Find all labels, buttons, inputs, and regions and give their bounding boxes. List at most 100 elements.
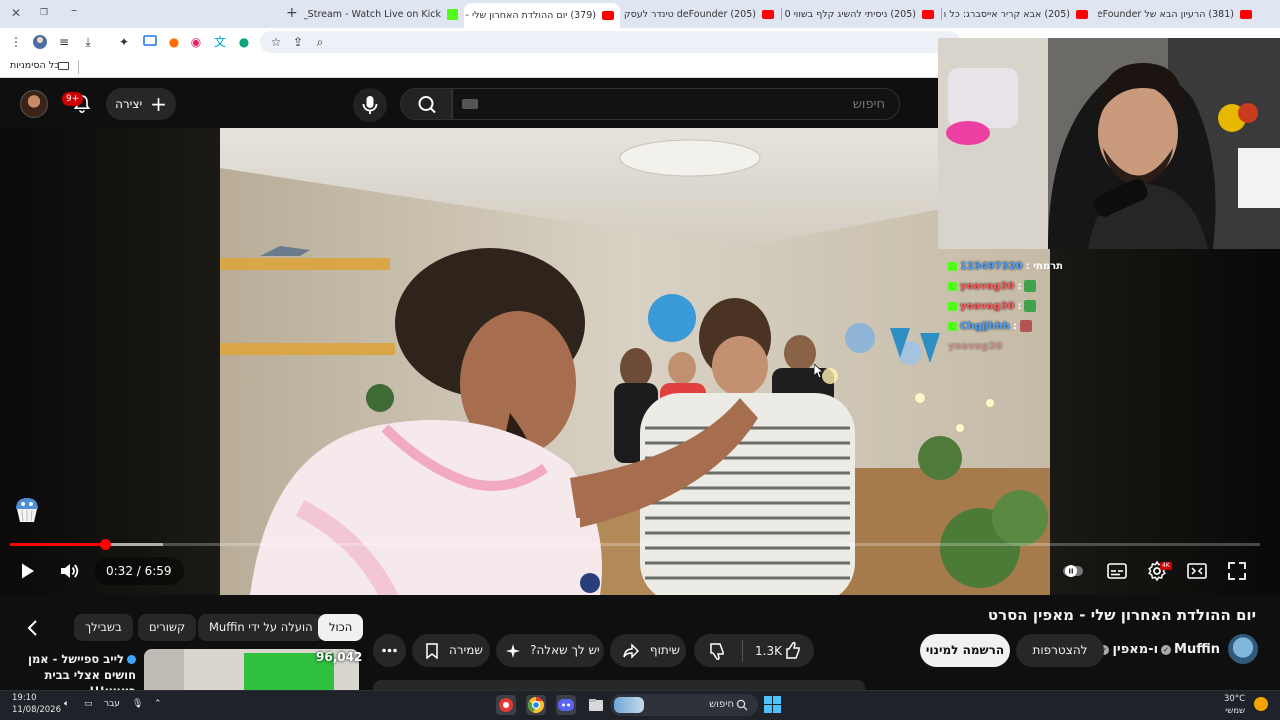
chat-emote-icon (1024, 280, 1037, 292)
address-bar[interactable]: ☆ ⇪ ⌕ (260, 31, 960, 53)
fullscreen-icon[interactable] (1226, 560, 1248, 582)
tab-next-idea-video[interactable]: (381) הרעיון הבא של deFounder ✕ (1098, 3, 1258, 25)
chip-related[interactable]: קשורים (138, 614, 197, 641)
plus-icon: + (150, 92, 167, 116)
taskbar-search-box[interactable]: חיפוש (610, 694, 758, 716)
subscribe-button[interactable]: הרשמה למינוי (920, 634, 1010, 667)
network-icon[interactable]: ▭ (84, 699, 93, 709)
channel-name[interactable]: Muffin✓ו-מאפין✓ (1096, 642, 1220, 657)
dislike-icon[interactable] (708, 641, 728, 661)
extension-orange-icon[interactable]: ● (166, 34, 182, 50)
profile-icon[interactable] (32, 34, 48, 50)
chat-message: yoavag30 (948, 336, 1068, 356)
search-highlight-image (614, 697, 644, 713)
theater-mode-icon[interactable] (1186, 560, 1208, 582)
more-actions-button[interactable] (373, 634, 406, 667)
speaker-icon[interactable]: 🔈︎ (64, 699, 69, 709)
tab-active-video[interactable]: (379) יום ההולדת האחרון שלי - ✕ (464, 3, 620, 28)
search-button[interactable] (400, 88, 452, 120)
channel-avatar[interactable] (1228, 634, 1258, 664)
taskbar-app-chrome-icon[interactable] (526, 695, 546, 715)
taskbar-clock[interactable]: 19:10 11/08/2026 (12, 692, 61, 716)
tab-kick-stream[interactable]: IGZ_Stream - Watch Live on Kick ✕ (304, 3, 464, 25)
chat-message: : yoavag30 (948, 276, 1068, 296)
chat-username: yoavag30 (948, 340, 1003, 352)
tab-iceberg-video[interactable]: (205) אבא קריר אייסברג: כל הה ✕ (944, 3, 1094, 25)
progress-played (10, 543, 105, 546)
autoplay-toggle-icon[interactable] (1062, 560, 1084, 582)
keyboard-icon[interactable] (462, 99, 478, 109)
taskbar-weather[interactable]: 30°C שמשי (1224, 693, 1245, 717)
input-language[interactable]: עבר (104, 699, 120, 709)
chip-for-you[interactable]: בשבילך (74, 614, 133, 641)
play-icon[interactable] (16, 560, 38, 582)
chevron-left-icon[interactable] (22, 617, 44, 639)
video-title: יום ההולדת האחרון שלי - מאפין הסרט (987, 606, 1256, 624)
youtube-favicon-icon (922, 9, 934, 19)
youtube-favicon-icon (1076, 9, 1088, 19)
windows-start-icon[interactable] (764, 696, 781, 713)
tab-card-video[interactable]: (205) ניסיתי להשיג קלף בשווי 0 ✕ (784, 3, 940, 25)
taskbar-app-explorer-icon[interactable] (586, 695, 606, 715)
reading-list-icon[interactable]: ≡ (56, 34, 72, 50)
youtube-favicon-icon (762, 9, 774, 19)
youtube-favicon-icon (602, 11, 614, 20)
extension-screen-icon[interactable] (142, 34, 158, 50)
progress-scrubber-handle[interactable] (100, 539, 111, 550)
extension-green-icon[interactable]: ● (236, 34, 252, 50)
zoom-icon[interactable]: ⌕ (312, 34, 328, 50)
quality-badge: 4K (1160, 562, 1172, 570)
video-frame[interactable] (220, 128, 1050, 595)
bookmark-star-icon[interactable]: ☆ (268, 34, 284, 50)
chat-message: : Chgjjhhh (948, 316, 1068, 336)
youtube-favicon-icon (1240, 9, 1252, 19)
recommended-video-views: 96,042 (316, 650, 363, 664)
live-indicator-icon (127, 655, 136, 664)
folder-icon[interactable] (58, 62, 69, 70)
extension-pink-icon[interactable]: ◉ (188, 34, 204, 50)
create-button[interactable]: + יצירה (106, 88, 176, 120)
like-icon[interactable] (784, 641, 804, 661)
browser-menu-icon[interactable]: ⋮ (8, 34, 24, 50)
chip-all[interactable]: הכול (318, 614, 364, 641)
kick-favicon-icon (447, 8, 458, 20)
search-input[interactable] (452, 88, 900, 120)
close-window-icon[interactable]: ✕ (8, 6, 24, 20)
sparkle-icon (506, 643, 521, 658)
extensions-icon[interactable]: ✦ (116, 34, 132, 50)
join-button[interactable]: להצטרפות (1016, 634, 1104, 667)
verified-icon: ✓ (1161, 644, 1172, 655)
kick-badge-icon (948, 301, 957, 311)
bookmark-icon (426, 642, 438, 659)
taskbar-app-obs-icon[interactable] (496, 695, 516, 715)
translate-icon[interactable]: 文 (212, 34, 228, 50)
browser-tab-bar: ✕ ❐ – + IGZ_Stream - Watch Live on Kick … (0, 0, 1280, 28)
chevron-up-icon[interactable]: ⌃ (154, 699, 162, 709)
share-page-icon[interactable]: ⇪ (290, 34, 306, 50)
downloads-icon[interactable]: ⤓ (80, 34, 96, 50)
progress-bar[interactable] (10, 543, 1260, 546)
taskbar-app-discord-icon[interactable] (556, 695, 576, 715)
chat-message: תרמתי : 123497320 (948, 256, 1068, 276)
all-bookmarks-label[interactable]: כל הסימניות (10, 60, 59, 71)
chat-username: 123497320 (960, 260, 1023, 272)
ask-question-button[interactable]: יש לך שאלה? (496, 634, 604, 667)
share-button[interactable]: שיתוף (610, 634, 686, 667)
account-avatar[interactable] (20, 90, 48, 118)
new-tab-icon[interactable]: + (286, 5, 298, 21)
save-button[interactable]: שמירה (412, 634, 490, 667)
tab-defounder-tinder[interactable]: (205) deFounder טינדר לעסקים ✕ (624, 3, 780, 25)
share-icon (623, 642, 640, 659)
video-scene-image (220, 128, 1050, 595)
chat-message: : yoavag30 (948, 296, 1068, 316)
minimize-window-icon[interactable]: – (66, 3, 82, 17)
voice-search-button[interactable] (353, 88, 387, 122)
taskbar-mic-icon[interactable]: 🎙︎ (132, 699, 143, 709)
subtitles-icon[interactable] (1106, 560, 1128, 582)
kick-badge-icon (948, 321, 957, 331)
channel-watermark-icon[interactable] (12, 495, 42, 525)
like-count[interactable]: 1.3K (755, 644, 782, 658)
chip-from-muffin[interactable]: הועלה על ידי Muffin (198, 614, 324, 641)
volume-icon[interactable] (58, 560, 80, 582)
restore-window-icon[interactable]: ❐ (36, 8, 52, 18)
